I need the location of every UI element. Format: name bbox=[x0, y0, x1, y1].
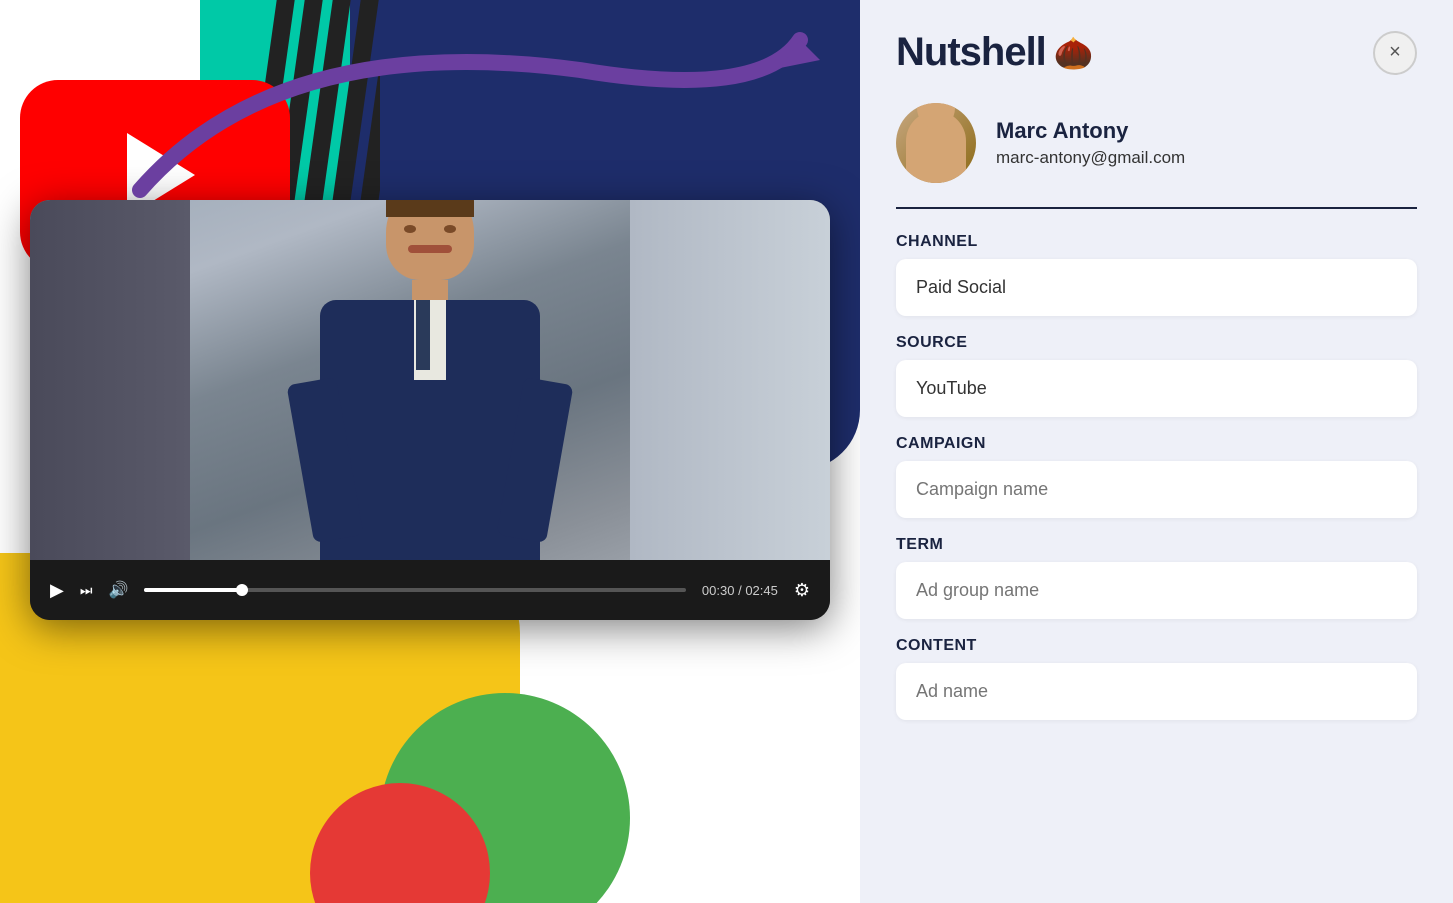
nutshell-header: Nutshell 🌰 × bbox=[896, 30, 1417, 75]
video-person bbox=[320, 200, 540, 560]
user-card: Marc Antony marc-antony@gmail.com bbox=[896, 103, 1417, 209]
video-bookshelf bbox=[30, 200, 190, 560]
progress-dot bbox=[236, 584, 248, 596]
next-button[interactable]: ⏭ bbox=[80, 582, 93, 599]
content-section: CONTENT bbox=[896, 637, 1417, 720]
play-button[interactable]: ▶ bbox=[50, 580, 64, 601]
term-input[interactable] bbox=[896, 562, 1417, 619]
channel-input[interactable] bbox=[896, 259, 1417, 316]
current-time: 00:30 bbox=[702, 583, 735, 598]
progress-fill bbox=[144, 588, 241, 592]
user-info: Marc Antony marc-antony@gmail.com bbox=[996, 118, 1185, 168]
volume-icon[interactable]: 🔊 bbox=[108, 580, 128, 600]
video-controls[interactable]: ▶ ⏭ 🔊 00:30 / 02:45 ⚙ bbox=[30, 560, 830, 620]
user-name: Marc Antony bbox=[996, 118, 1185, 144]
content-input[interactable] bbox=[896, 663, 1417, 720]
close-icon: × bbox=[1389, 41, 1401, 64]
term-label: TERM bbox=[896, 536, 1417, 554]
video-frame bbox=[30, 200, 830, 560]
user-email: marc-antony@gmail.com bbox=[996, 148, 1185, 168]
channel-section: CHANNEL bbox=[896, 233, 1417, 316]
nutshell-wordmark: Nutshell bbox=[896, 30, 1046, 75]
source-label: SOURCE bbox=[896, 334, 1417, 352]
source-input[interactable] bbox=[896, 360, 1417, 417]
campaign-section: CAMPAIGN bbox=[896, 435, 1417, 518]
source-section: SOURCE bbox=[896, 334, 1417, 417]
settings-icon[interactable]: ⚙ bbox=[794, 580, 810, 601]
avatar-head bbox=[917, 103, 955, 129]
video-player[interactable]: ▶ ⏭ 🔊 00:30 / 02:45 ⚙ bbox=[30, 200, 830, 620]
close-button[interactable]: × bbox=[1373, 31, 1417, 75]
nutshell-acorn-icon: 🌰 bbox=[1054, 34, 1094, 72]
video-right-bg bbox=[630, 200, 830, 560]
avatar bbox=[896, 103, 976, 183]
time-display: 00:30 / 02:45 bbox=[702, 583, 778, 598]
content-label: CONTENT bbox=[896, 637, 1417, 655]
progress-bar[interactable] bbox=[144, 588, 686, 592]
right-panel: Nutshell 🌰 × Marc Antony marc-antony@gma… bbox=[860, 0, 1453, 903]
term-section: TERM bbox=[896, 536, 1417, 619]
nutshell-logo: Nutshell 🌰 bbox=[896, 30, 1094, 75]
avatar-figure bbox=[906, 111, 966, 183]
total-time: 02:45 bbox=[745, 583, 778, 598]
purple-arrow bbox=[80, 10, 860, 230]
campaign-input[interactable] bbox=[896, 461, 1417, 518]
campaign-label: CAMPAIGN bbox=[896, 435, 1417, 453]
channel-label: CHANNEL bbox=[896, 233, 1417, 251]
left-panel: ▶ ⏭ 🔊 00:30 / 02:45 ⚙ bbox=[0, 0, 860, 903]
